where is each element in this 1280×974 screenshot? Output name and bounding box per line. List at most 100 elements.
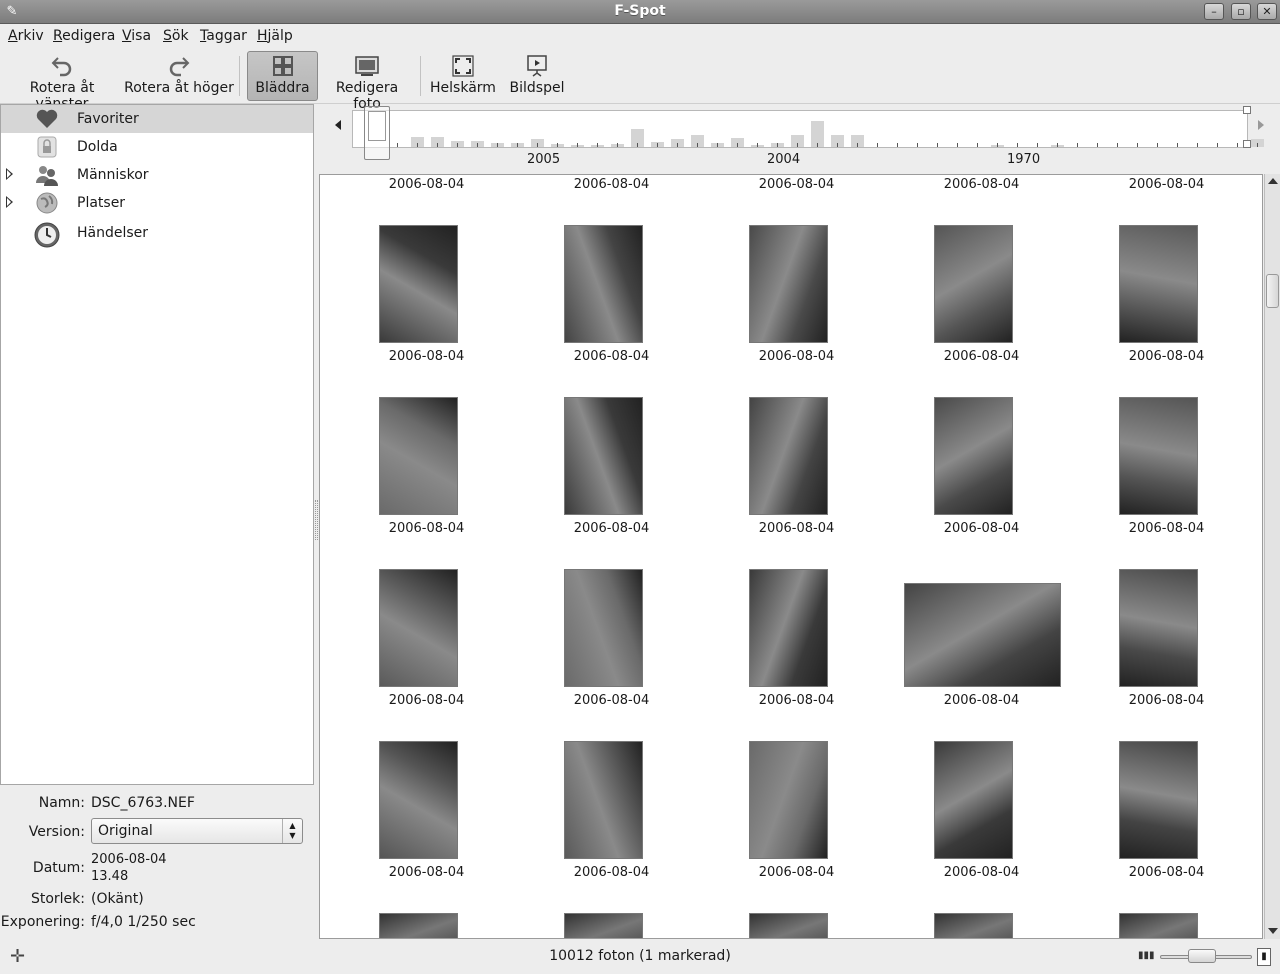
photo-date: 2006-08-04	[573, 693, 650, 708]
menu-visa[interactable]: Visa	[122, 28, 151, 44]
photo-thumbnail[interactable]	[749, 741, 828, 859]
photo-thumbnail[interactable]	[564, 397, 643, 515]
timeline-tick	[517, 143, 518, 147]
timeline-tick	[457, 143, 458, 147]
photo-cell[interactable]: 2006-08-04	[519, 741, 704, 913]
photo-cell[interactable]: 2006-08-04	[519, 569, 704, 741]
photo-thumbnail[interactable]	[749, 225, 828, 343]
photo-date: 2006-08-04	[388, 177, 465, 192]
photo-cell[interactable]: 2006-08-04	[704, 741, 889, 913]
photo-thumbnail[interactable]	[934, 913, 1013, 938]
photo-date: 2006-08-04	[388, 521, 465, 536]
timeline-histogram[interactable]	[352, 110, 1264, 148]
photo-date: 2006-08-04	[943, 349, 1020, 364]
photo-cell[interactable]: 2006-08-04	[334, 741, 519, 913]
photo-cell[interactable]: 2006-08-04	[1074, 741, 1259, 913]
photo-date: 2006-08-04	[758, 865, 835, 880]
photo-thumbnail[interactable]	[1119, 397, 1198, 515]
zoom-in-icon[interactable]: ▮	[1257, 948, 1271, 966]
close-button[interactable]: ✕	[1257, 3, 1277, 20]
photo-thumbnail[interactable]	[1119, 569, 1198, 687]
photo-thumbnail[interactable]	[379, 397, 458, 515]
timeline-handle-top[interactable]	[1243, 106, 1251, 114]
timeline-right-arrow-icon[interactable]	[1258, 120, 1264, 130]
timeline-tick	[1217, 143, 1218, 147]
scroll-up-arrow-icon[interactable]	[1268, 178, 1278, 184]
photo-thumbnail[interactable]	[934, 741, 1013, 859]
menu-hjalp[interactable]: Hjälp	[257, 28, 293, 44]
timeline-handle-bottom[interactable]	[1243, 140, 1251, 148]
photo-cell[interactable]: 2006-08-04	[704, 225, 889, 397]
photo-thumbnail[interactable]	[1119, 225, 1198, 343]
photo-thumbnail[interactable]	[1119, 741, 1198, 859]
photo-thumbnail[interactable]	[934, 397, 1013, 515]
photo-thumbnail[interactable]	[564, 225, 643, 343]
photo-thumbnail[interactable]	[934, 225, 1013, 343]
photo-cell[interactable]: 2006-08-04	[334, 397, 519, 569]
photo-thumbnail[interactable]	[904, 583, 1061, 687]
photo-cell[interactable]: 2006-08-04	[889, 569, 1074, 741]
photo-cell[interactable]: 2006-08-04	[1074, 569, 1259, 741]
fullscreen-icon	[452, 55, 474, 77]
photo-thumbnail[interactable]	[564, 569, 643, 687]
edit-photo-button[interactable]: Redigera foto	[322, 52, 412, 112]
fullscreen-button[interactable]: Helskärm	[428, 52, 498, 100]
menu-taggar[interactable]: Taggar	[200, 28, 247, 44]
timeline-tick	[857, 143, 858, 147]
photo-thumbnail[interactable]	[749, 913, 828, 938]
photo-thumbnail[interactable]	[749, 569, 828, 687]
sidebar-item-dolda[interactable]: Dolda	[1, 133, 313, 161]
pane-resize-handle[interactable]	[315, 500, 318, 540]
photo-cell[interactable]: 2006-08-04	[704, 397, 889, 569]
photo-cell[interactable]: 2006-08-04	[519, 225, 704, 397]
zoom-out-icon[interactable]: ▮▮▮	[1138, 950, 1155, 964]
photo-grid[interactable]: 2006-08-04 2006-08-04 2006-08-04 2006-08-04…	[319, 174, 1263, 939]
timeline-left-arrow-icon[interactable]	[335, 120, 341, 130]
sidebar-item-favoriter[interactable]: Favoriter	[1, 105, 313, 133]
photo-thumbnail[interactable]	[749, 397, 828, 515]
photo-cell[interactable]: 2006-08-04	[519, 397, 704, 569]
timeline-tick	[697, 143, 698, 147]
timeline: 2005 2004 1970	[330, 104, 1270, 174]
zoom-slider-knob[interactable]	[1188, 949, 1216, 963]
timeline-year: 2004	[767, 152, 801, 167]
heart-icon	[36, 109, 58, 128]
photo-cell[interactable]: 2006-08-04	[1074, 225, 1259, 397]
photo-cell[interactable]: 2006-08-04	[1074, 397, 1259, 569]
vertical-scrollbar[interactable]	[1264, 174, 1280, 939]
menu-sok[interactable]: Sök	[163, 28, 189, 44]
slideshow-button[interactable]: Bildspel	[506, 52, 568, 100]
rotate-left-button[interactable]: Rotera åt vänster	[4, 52, 120, 112]
photo-cell[interactable]: 2006-08-04	[889, 397, 1074, 569]
rotate-right-icon	[169, 57, 190, 77]
rotate-right-button[interactable]: Rotera åt höger	[124, 52, 234, 100]
photo-cell[interactable]: 2006-08-04	[704, 569, 889, 741]
photo-cell[interactable]: 2006-08-04	[889, 741, 1074, 913]
menu-redigera[interactable]: Redigera	[53, 28, 115, 44]
photo-thumbnail[interactable]	[564, 741, 643, 859]
scroll-down-arrow-icon[interactable]	[1268, 928, 1278, 934]
photo-thumbnail[interactable]	[1119, 913, 1198, 938]
sidebar-item-handelser[interactable]: Händelser	[1, 219, 313, 251]
menu-arkiv[interactable]: Arkiv	[8, 28, 44, 44]
timeline-glass[interactable]	[364, 106, 390, 160]
sidebar-item-manniskor[interactable]: Människor	[1, 161, 313, 189]
timeline-tick	[497, 143, 498, 147]
photo-thumbnail[interactable]	[379, 913, 458, 938]
photo-cell[interactable]: 2006-08-04	[889, 225, 1074, 397]
photo-thumbnail[interactable]	[379, 569, 458, 687]
photo-thumbnail[interactable]	[564, 913, 643, 938]
minimize-button[interactable]: –	[1204, 3, 1224, 20]
browse-button[interactable]: Bläddra	[247, 51, 318, 101]
version-select[interactable]: Original ▲ ▼	[91, 818, 303, 844]
maximize-button[interactable]: ▫	[1231, 3, 1251, 20]
photo-cell[interactable]: 2006-08-04	[334, 225, 519, 397]
expander-arrow-icon[interactable]	[6, 196, 13, 208]
photo-thumbnail[interactable]	[379, 225, 458, 343]
sidebar-item-platser[interactable]: Platser	[1, 189, 313, 217]
scroll-thumb[interactable]	[1266, 274, 1279, 308]
photo-count: 10012 foton (1 markerad)	[549, 948, 731, 964]
photo-cell[interactable]: 2006-08-04	[334, 569, 519, 741]
photo-thumbnail[interactable]	[379, 741, 458, 859]
expander-arrow-icon[interactable]	[6, 168, 13, 180]
